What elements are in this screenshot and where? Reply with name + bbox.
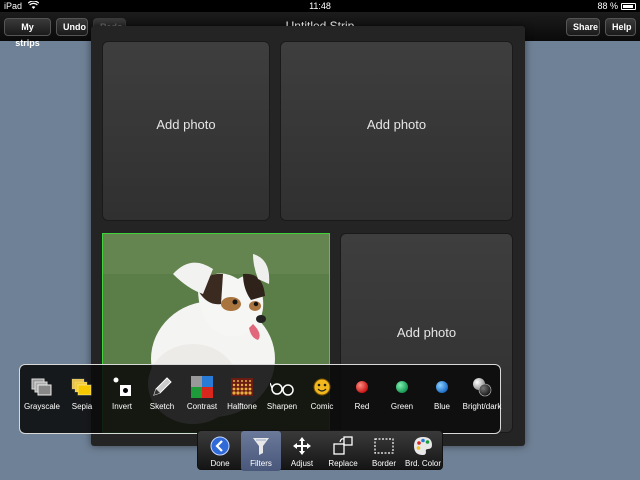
bright-dark-icon	[473, 378, 492, 397]
battery-percent: 88 %	[597, 1, 618, 11]
filter-label: Bright/dark	[462, 402, 502, 411]
help-button[interactable]: Help	[605, 18, 636, 36]
filter-sketch[interactable]: Sketch	[140, 371, 184, 431]
add-photo-label: Add photo	[366, 117, 427, 132]
filter-red[interactable]: Red	[340, 371, 384, 431]
funnel-icon	[253, 438, 269, 455]
my-strips-button[interactable]: My strips	[4, 18, 51, 48]
tab-label: Brd. Color	[404, 459, 441, 468]
green-dot-icon	[396, 381, 408, 393]
filter-grayscale[interactable]: Grayscale	[20, 371, 64, 431]
glasses-icon	[270, 382, 294, 396]
tab-filters[interactable]: Filters	[241, 431, 281, 471]
tab-done[interactable]: Done	[200, 431, 240, 471]
filter-halftone[interactable]: Halftone	[220, 371, 264, 431]
invert-icon	[113, 377, 131, 396]
share-button[interactable]: Share	[566, 18, 600, 36]
filter-bright-dark[interactable]: Bright/dark	[460, 371, 504, 431]
pencil-icon	[153, 377, 172, 396]
tab-replace[interactable]: Replace	[323, 431, 363, 471]
sepia-icon	[71, 378, 92, 396]
filter-blue[interactable]: Blue	[420, 371, 464, 431]
blue-dot-icon	[436, 381, 448, 393]
undo-button[interactable]: Undo	[56, 18, 88, 36]
filter-comic[interactable]: Comic	[300, 371, 344, 431]
filter-invert[interactable]: Invert	[100, 371, 144, 431]
filter-sepia[interactable]: Sepia	[60, 371, 104, 431]
edit-tab-bar: Done Filters Adjust Replace Border Brd. …	[197, 430, 443, 471]
replace-image-icon	[333, 436, 353, 455]
clock: 11:48	[309, 1, 331, 11]
filter-contrast[interactable]: Contrast	[180, 371, 224, 431]
photo-panel-1[interactable]: Add photo	[102, 41, 270, 221]
add-photo-label: Add photo	[396, 325, 457, 340]
tab-adjust[interactable]: Adjust	[282, 431, 322, 471]
palette-icon	[414, 437, 432, 455]
photo-panel-2[interactable]: Add photo	[280, 41, 513, 221]
contrast-icon	[191, 376, 213, 398]
battery-icon	[621, 3, 636, 10]
red-dot-icon	[356, 381, 368, 393]
dashed-frame-icon	[374, 438, 394, 454]
filter-sharpen[interactable]: Sharpen	[260, 371, 304, 431]
comic-face-icon	[313, 378, 331, 396]
back-arrow-circle-icon	[210, 436, 230, 456]
filter-green[interactable]: Green	[380, 371, 424, 431]
filter-toolbar: Grayscale Sepia Invert Sketch Contrast H…	[19, 364, 501, 434]
halftone-icon	[231, 378, 253, 396]
grayscale-icon	[31, 378, 52, 396]
move-arrows-icon	[293, 437, 311, 455]
status-bar: iPad 11:48 88 %	[0, 0, 640, 12]
tab-brd-color[interactable]: Brd. Color	[403, 431, 443, 471]
add-photo-label: Add photo	[156, 117, 216, 132]
